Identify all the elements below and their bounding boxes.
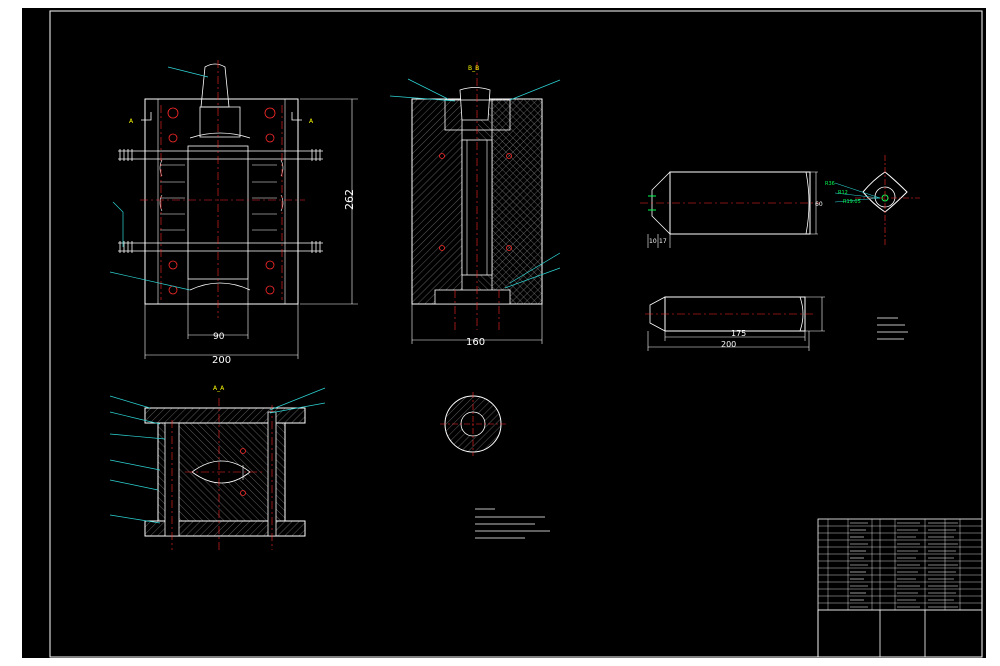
dim-part-r3: R19.05 <box>843 199 861 205</box>
dim-part-length: 175 <box>731 329 746 338</box>
dim-part-small-1: 10 <box>649 238 657 245</box>
dim-front-inner: 90 <box>213 332 225 342</box>
section-label-bb: B_B <box>468 65 479 72</box>
dim-front-width: 200 <box>212 355 231 366</box>
dim-part-total: 200 <box>721 340 736 349</box>
dim-part-r2: R12 <box>838 190 848 196</box>
dim-part-dia: 60 <box>815 201 823 208</box>
section-label-aa: A_A <box>213 385 225 392</box>
dim-part-r1: R36 <box>825 181 835 187</box>
cad-drawing-sheet: A A 262 200 90 B_B 160 A_A 10 17 60 R36 … <box>0 0 1000 666</box>
dim-front-height: 262 <box>343 189 356 210</box>
dim-side-width: 160 <box>466 337 485 348</box>
dim-part-small-2: 17 <box>659 238 667 245</box>
